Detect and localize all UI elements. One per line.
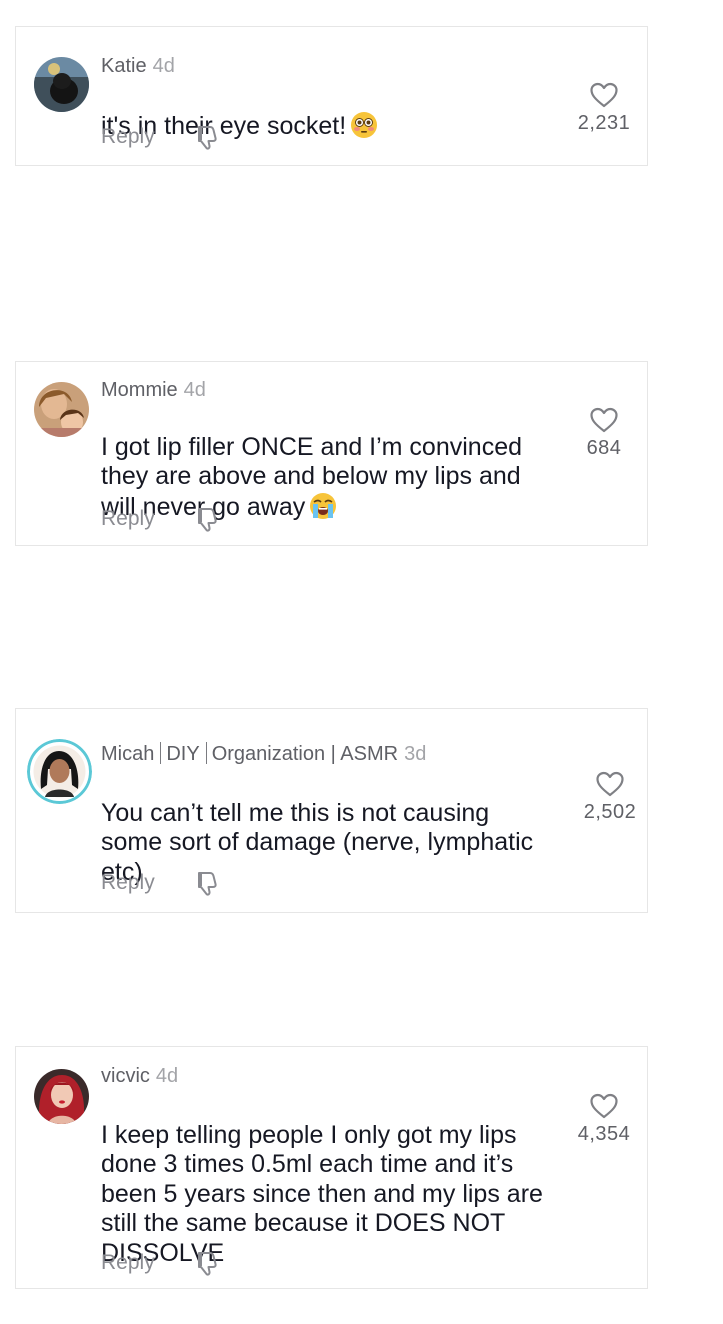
comment-timestamp: 4d bbox=[155, 1065, 179, 1087]
username-part: Micah bbox=[101, 743, 155, 765]
comment-username[interactable]: vicvic bbox=[101, 1065, 150, 1087]
avatar[interactable] bbox=[34, 57, 89, 112]
comment-text-block: I keep telling people I only got my lips… bbox=[101, 1091, 571, 1268]
comment-header: Mommie 4d bbox=[101, 378, 206, 402]
comment-actions: Reply bbox=[101, 123, 221, 151]
thumbs-down-icon[interactable] bbox=[193, 1249, 221, 1277]
comment-header: Micah DIY Organization | ASMR 3d bbox=[101, 742, 426, 766]
username-separator bbox=[160, 742, 162, 764]
like-control[interactable]: 2,231 bbox=[569, 81, 639, 135]
avatar[interactable] bbox=[34, 382, 89, 437]
thumbs-down-icon[interactable] bbox=[193, 123, 221, 151]
avatar-image bbox=[34, 1069, 89, 1124]
username-part: DIY bbox=[166, 743, 200, 765]
avatar[interactable] bbox=[34, 1069, 89, 1124]
comment-timestamp: 3d bbox=[404, 743, 427, 765]
comment-actions: Reply bbox=[101, 505, 221, 533]
comment-username[interactable]: Micah DIY Organization | ASMR bbox=[101, 742, 399, 765]
like-control[interactable]: 2,502 bbox=[575, 770, 645, 824]
like-count: 2,502 bbox=[583, 801, 637, 823]
comment-username[interactable]: Katie bbox=[101, 55, 147, 77]
heart-outline-icon[interactable] bbox=[595, 770, 625, 798]
comment-text: I keep telling people I only got my lips… bbox=[101, 1120, 543, 1267]
like-control[interactable]: 4,354 bbox=[569, 1092, 639, 1146]
reply-button[interactable]: Reply bbox=[101, 1251, 155, 1275]
comment-card: Mommie 4d I got lip filler ONCE and I’m c… bbox=[15, 361, 648, 546]
thumbs-down-icon[interactable] bbox=[193, 869, 221, 897]
comment-header: vicvic 4d bbox=[101, 1064, 178, 1088]
comment-username[interactable]: Mommie bbox=[101, 379, 178, 401]
reply-button[interactable]: Reply bbox=[101, 507, 155, 531]
comment-timestamp: 4d bbox=[183, 379, 206, 401]
comment-actions: Reply bbox=[101, 1249, 221, 1277]
comment-timestamp: 4d bbox=[152, 55, 175, 77]
username-separator bbox=[205, 742, 207, 764]
username-part: Organization | ASMR bbox=[211, 743, 399, 765]
comment-card: vicvic 4d I keep telling people I only go… bbox=[15, 1046, 648, 1289]
avatar-image bbox=[34, 57, 89, 112]
comment-card: Micah DIY Organization | ASMR 3d You can’t … bbox=[15, 708, 648, 913]
reply-button[interactable]: Reply bbox=[101, 125, 155, 149]
avatar[interactable] bbox=[27, 739, 92, 804]
heart-outline-icon[interactable] bbox=[589, 81, 619, 109]
like-control[interactable]: 684 bbox=[569, 406, 639, 460]
avatar-image bbox=[27, 739, 92, 804]
flushed-face-emoji bbox=[351, 111, 378, 138]
like-count: 2,231 bbox=[577, 112, 631, 134]
reply-button[interactable]: Reply bbox=[101, 871, 155, 895]
comment-actions: Reply bbox=[101, 869, 221, 897]
avatar-image bbox=[34, 382, 89, 437]
thumbs-down-icon[interactable] bbox=[193, 505, 221, 533]
like-count: 684 bbox=[586, 437, 622, 459]
heart-outline-icon[interactable] bbox=[589, 1092, 619, 1120]
comment-header: Katie 4d bbox=[101, 54, 175, 78]
like-count: 4,354 bbox=[577, 1123, 631, 1145]
heart-outline-icon[interactable] bbox=[589, 406, 619, 434]
loudly-crying-face-emoji bbox=[310, 492, 337, 519]
comment-card: Katie 4d it's in their eye socket! Reply … bbox=[15, 26, 648, 166]
